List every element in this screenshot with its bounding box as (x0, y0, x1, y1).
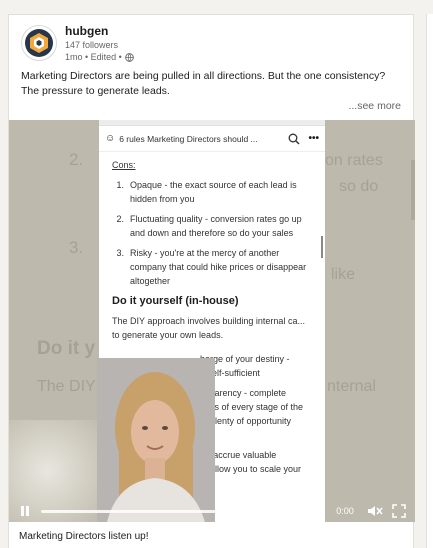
phone-header: ☺ 6 rules Marketing Directors should ...… (99, 126, 325, 152)
cons-label: Cons: (112, 160, 136, 170)
mute-icon[interactable] (367, 503, 383, 519)
time-display: 0:00 (336, 506, 354, 516)
bg-scrollbar (411, 160, 415, 220)
post-meta-text: 1mo • Edited • (65, 52, 122, 62)
partial-text: u'll accrue valuable (200, 450, 277, 460)
bg-text: 3. (69, 238, 84, 257)
phone-title: 6 rules Marketing Directors should ... (119, 133, 258, 144)
bg-text: 2. (69, 150, 84, 169)
bg-text: Do it y (37, 338, 96, 359)
list-number: 1. (116, 180, 124, 190)
bg-text: The DIY (37, 378, 96, 395)
post-text: Marketing Directors are being pulled in … (21, 69, 401, 99)
bg-text: like (331, 266, 356, 283)
cons-list: 1. Opaque - the exact source of each lea… (112, 178, 311, 288)
partial-text: nsparency - complete (200, 388, 287, 398)
bg-text: nternal (327, 378, 376, 395)
bg-text: so do (339, 178, 379, 195)
list-item: 1. Opaque - the exact source of each lea… (112, 178, 311, 206)
author-info: hubgen 147 followers 1mo • Edited • (65, 23, 134, 63)
video-player[interactable]: 2. 3. on rates so do like Do it y The DI… (9, 120, 415, 522)
phone-scrollbar (321, 236, 323, 258)
list-number: 2. (116, 214, 124, 224)
list-text: Risky - you're at the mercy of another c… (130, 248, 307, 286)
emoji-icon: ☺ (105, 133, 116, 144)
presenter-video-overlay (97, 358, 215, 522)
partial-text: at allow you to scale your (200, 464, 302, 474)
hubgen-logo-icon (25, 29, 53, 57)
post-text-line: Marketing Directors are being pulled in … (21, 70, 386, 82)
video-caption: Marketing Directors listen up! (19, 531, 149, 542)
search-icon (289, 133, 300, 144)
video-controls: 0:00 (9, 500, 415, 522)
post-text-line: The pressure to generate leads. (21, 85, 170, 97)
more-options-icon: ••• (308, 133, 319, 144)
post-meta: 1mo • Edited • (65, 51, 134, 63)
list-text: Fluctuating quality - conversion rates g… (130, 214, 302, 238)
partial-text: rs plenty of opportunity (200, 416, 292, 426)
list-item: 2. Fluctuating quality - conversion rate… (112, 212, 311, 240)
fullscreen-icon[interactable] (391, 503, 407, 519)
partial-text: e self-sufficient (200, 368, 260, 378)
see-more-link[interactable]: ...see more (348, 99, 401, 114)
partial-text: tion (200, 428, 311, 442)
partial-text: harge of your destiny - (200, 354, 290, 364)
follower-count: 147 followers (65, 40, 119, 50)
bg-text: on rates (325, 152, 383, 169)
adjacent-card-edge (426, 14, 433, 548)
list-item: 3. Risky - you're at the mercy of anothe… (112, 246, 311, 288)
company-logo[interactable] (21, 25, 57, 61)
globe-icon (125, 52, 134, 62)
post-header: hubgen 147 followers 1mo • Edited • (21, 23, 401, 65)
author-name[interactable]: hubgen (65, 23, 134, 39)
progress-bar[interactable] (41, 509, 323, 513)
pause-icon[interactable] (17, 503, 33, 519)
post-card: hubgen 147 followers 1mo • Edited • Mark… (8, 14, 415, 548)
partial-text: ness of every stage of the (200, 402, 304, 412)
list-text: Opaque - the exact source of each lead i… (130, 180, 297, 204)
section-title: Do it yourself (in-house) (112, 295, 239, 307)
list-number: 3. (116, 248, 124, 258)
section-paragraph: The DIY approach involves building inter… (112, 316, 305, 340)
